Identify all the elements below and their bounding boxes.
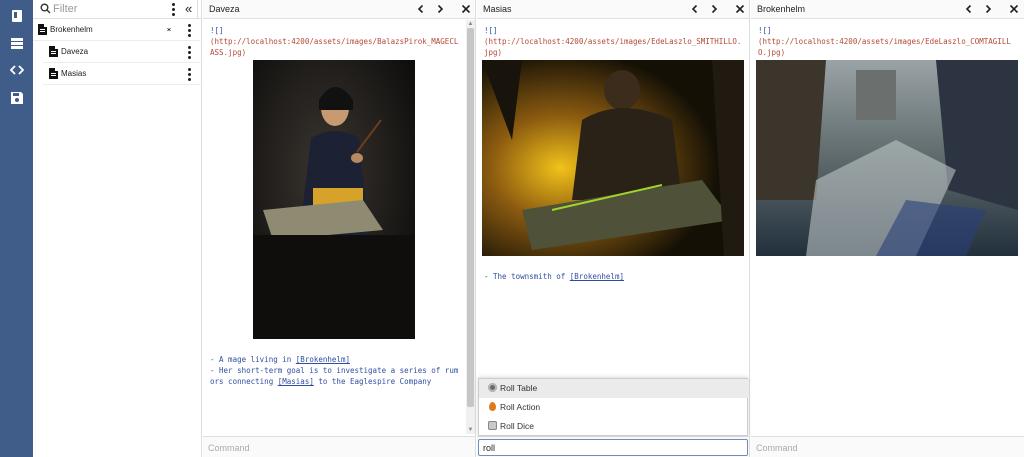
suggestion-roll-table[interactable]: Roll Table	[479, 379, 749, 398]
collapse-sidebar-button[interactable]: «	[185, 2, 192, 15]
command-suggestions-popup: Roll Table Roll Action Roll Dice	[478, 378, 749, 436]
pane-header: Brokenhelm	[751, 0, 1024, 19]
pane-header: Masias	[477, 0, 749, 19]
scroll-down-arrow[interactable]: ▼	[467, 427, 474, 433]
markdown-editor[interactable]: ![] (http://localhost:4200/assets/images…	[203, 20, 475, 434]
pane-title: Masias	[483, 4, 512, 14]
list-icon[interactable]	[5, 31, 28, 54]
divider	[197, 0, 198, 19]
item-menu-button[interactable]	[183, 67, 195, 81]
description-list: - The townsmith of [Brokenhelm]	[484, 272, 624, 281]
next-button[interactable]	[707, 2, 721, 16]
image-markdown: ![] (http://localhost:4200/assets/images…	[758, 26, 1011, 57]
suggestion-roll-dice[interactable]: Roll Dice	[479, 417, 749, 436]
image-markdown: ![] (http://localhost:4200/assets/images…	[484, 26, 742, 57]
command-input[interactable]	[756, 440, 1019, 455]
tree-item-masias[interactable]: Masias	[43, 63, 202, 85]
tree-sidebar: « Brokenhelm ⌄⌃ Daveza Masias	[33, 0, 202, 457]
close-pane-button[interactable]	[733, 2, 747, 16]
tree-item-label: Daveza	[61, 47, 89, 56]
tree-item-daveza[interactable]: Daveza	[43, 41, 202, 63]
item-menu-button[interactable]	[183, 45, 195, 59]
suggestion-roll-action[interactable]: Roll Action	[479, 398, 749, 417]
filter-menu-button[interactable]	[167, 2, 179, 16]
close-pane-button[interactable]	[1007, 2, 1021, 16]
description-list: - A mage living in [Brokenhelm] - Her sh…	[210, 355, 459, 386]
table-roll-icon	[488, 383, 497, 392]
tree-item-label: Masias	[61, 69, 87, 78]
pane-title: Daveza	[209, 4, 240, 14]
search-icon	[40, 3, 51, 14]
document-icon	[38, 24, 47, 35]
pane-header: Daveza	[203, 0, 475, 19]
filter-bar	[33, 0, 202, 19]
collapse-children-icon[interactable]: ⌄ ⌃	[164, 24, 174, 37]
scroll-up-arrow[interactable]: ▲	[467, 21, 474, 27]
document-icon	[49, 46, 58, 57]
mage-portrait-image	[253, 60, 415, 339]
prev-button[interactable]	[414, 2, 428, 16]
command-bar	[751, 436, 1024, 457]
save-icon[interactable]	[5, 86, 28, 109]
dice-icon	[488, 421, 497, 430]
close-pane-button[interactable]	[459, 2, 473, 16]
smith-forge-image	[482, 60, 744, 256]
flame-icon	[489, 402, 496, 411]
app-window: « Brokenhelm ⌄⌃ Daveza Masias Daveza ![]	[0, 0, 1024, 457]
suggestion-label: Roll Action	[500, 402, 541, 412]
icon-rail	[0, 0, 33, 457]
markdown-editor[interactable]: ![] (http://localhost:4200/assets/images…	[477, 20, 749, 434]
image-markdown: ![] (http://localhost:4200/assets/images…	[210, 26, 459, 57]
item-menu-button[interactable]	[183, 23, 195, 37]
book-icon[interactable]	[5, 4, 28, 27]
tree-item-brokenhelm[interactable]: Brokenhelm ⌄ ⌃	[33, 19, 202, 41]
code-icon[interactable]	[5, 58, 28, 81]
scrollbar-thumb[interactable]	[467, 28, 474, 407]
brokenhelm-link[interactable]: [Brokenhelm]	[570, 272, 624, 281]
town-street-image	[756, 60, 1018, 256]
brokenhelm-link[interactable]: [Brokenhelm]	[296, 355, 350, 364]
document-icon	[49, 68, 58, 79]
suggestion-label: Roll Dice	[500, 421, 535, 431]
command-bar	[477, 436, 749, 457]
editor-pane-daveza: Daveza ![] (http://localhost:4200/assets…	[203, 0, 476, 457]
editor-pane-brokenhelm: Brokenhelm ![] (http://localhost:4200/as…	[751, 0, 1024, 457]
next-button[interactable]	[433, 2, 447, 16]
tree-item-label: Brokenhelm	[50, 25, 93, 34]
markdown-editor[interactable]: ![] (http://localhost:4200/assets/images…	[751, 20, 1024, 434]
pane-title: Brokenhelm	[757, 4, 806, 14]
suggestion-label: Roll Table	[500, 383, 538, 393]
command-input[interactable]	[208, 440, 470, 455]
filter-input[interactable]	[53, 1, 173, 17]
command-bar	[203, 436, 475, 457]
command-input[interactable]	[478, 439, 748, 456]
prev-button[interactable]	[962, 2, 976, 16]
prev-button[interactable]	[688, 2, 702, 16]
masias-link[interactable]: [Masias]	[278, 377, 314, 386]
next-button[interactable]	[981, 2, 995, 16]
